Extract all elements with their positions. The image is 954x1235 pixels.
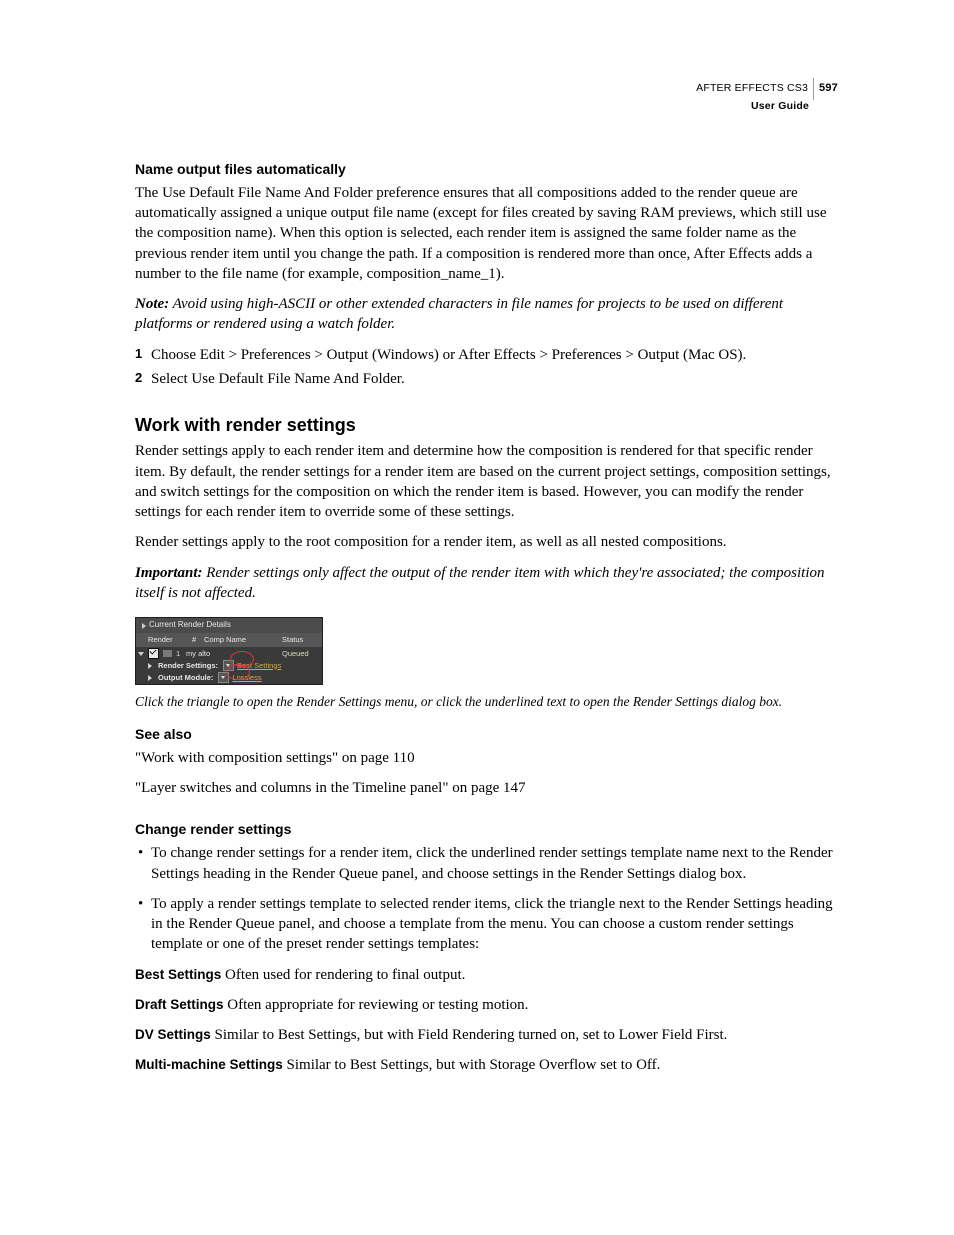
definition-line: Multi-machine Settings Similar to Best S… xyxy=(135,1055,838,1075)
page-number: 597 xyxy=(819,82,838,96)
step-number: 2 xyxy=(135,369,142,387)
twirl-right-icon xyxy=(148,675,152,681)
header-rule xyxy=(813,78,814,100)
para-render-1: Render settings apply to each render ite… xyxy=(135,441,838,522)
step-item: 2 Select Use Default File Name And Folder… xyxy=(135,369,838,389)
product-name: AFTER EFFECTS CS3 xyxy=(696,82,808,95)
note-text: Avoid using high-ASCII or other extended… xyxy=(135,296,783,332)
definition-line: Draft Settings Often appropriate for rev… xyxy=(135,995,838,1015)
col-icon xyxy=(180,635,192,645)
h2-render-settings: Work with render settings xyxy=(135,413,838,437)
running-header: AFTER EFFECTS CS3 597 User Guide xyxy=(696,78,838,113)
para-render-2: Render settings apply to the root compos… xyxy=(135,532,838,552)
col-hash: # xyxy=(192,635,204,645)
term-draft: Draft Settings xyxy=(135,997,224,1012)
template-menu-icon xyxy=(218,672,229,683)
column-headers: Render # Comp Name Status xyxy=(136,633,322,647)
render-queue-panel: Current Render Details Render # Comp Nam… xyxy=(135,617,323,685)
see-also-link: "Work with composition settings" on page… xyxy=(135,748,838,768)
document-page: AFTER EFFECTS CS3 597 User Guide Name ou… xyxy=(0,0,954,1235)
def-text: Often used for rendering to final output… xyxy=(221,967,465,983)
col-render: Render xyxy=(148,635,180,645)
steps-list: 1 Choose Edit > Preferences > Output (Win… xyxy=(135,345,838,390)
triangle-icon xyxy=(142,623,146,629)
label-swatch xyxy=(163,650,172,657)
item-index: 1 xyxy=(176,649,186,659)
subhead-change-render: Change render settings xyxy=(135,820,838,839)
col-comp: Comp Name xyxy=(204,635,282,645)
om-label: Output Module: xyxy=(158,673,213,683)
step-text: Choose Edit > Preferences > Output (Wind… xyxy=(151,347,746,363)
def-text: Similar to Best Settings, but with Field… xyxy=(211,1027,728,1043)
term-multi: Multi-machine Settings xyxy=(135,1057,283,1072)
important-block: Important: Render settings only affect t… xyxy=(135,563,838,604)
comp-name: my alto xyxy=(186,649,282,659)
bullet-list: To change render settings for a render i… xyxy=(135,843,838,954)
def-text: Often appropriate for reviewing or testi… xyxy=(224,997,529,1013)
panel-title: Current Render Details xyxy=(149,620,231,631)
see-also-heading: See also xyxy=(135,725,838,744)
render-checkbox xyxy=(148,648,159,659)
page-content: Name output files automatically The Use … xyxy=(135,80,838,1076)
figure-render-queue: Current Render Details Render # Comp Nam… xyxy=(135,617,838,687)
twirl-right-icon xyxy=(148,663,152,669)
important-text: Render settings only affect the output o… xyxy=(135,565,825,601)
guide-title: User Guide xyxy=(696,100,838,113)
term-best: Best Settings xyxy=(135,967,221,982)
def-text: Similar to Best Settings, but with Stora… xyxy=(283,1057,661,1073)
render-item-row: 1 my alto Queued xyxy=(136,647,322,660)
bullet-item: To change render settings for a render i… xyxy=(135,843,838,884)
see-also-link: "Layer switches and columns in the Timel… xyxy=(135,778,838,798)
important-label: Important: xyxy=(135,565,203,581)
bullet-item: To apply a render settings template to s… xyxy=(135,894,838,955)
term-dv: DV Settings xyxy=(135,1027,211,1042)
item-status: Queued xyxy=(282,649,318,659)
step-number: 1 xyxy=(135,345,142,363)
step-text: Select Use Default File Name And Folder. xyxy=(151,371,405,387)
step-item: 1 Choose Edit > Preferences > Output (Win… xyxy=(135,345,838,365)
panel-header: Current Render Details xyxy=(136,618,322,633)
twirl-down-icon xyxy=(138,652,144,656)
subhead-name-output: Name output files automatically xyxy=(135,160,838,179)
template-menu-icon xyxy=(223,660,234,671)
om-template-link: Lossless xyxy=(232,673,261,683)
output-module-row: Output Module: Lossless xyxy=(136,672,322,684)
figure-caption: Click the triangle to open the Render Se… xyxy=(135,693,838,711)
render-settings-row: Render Settings: Best Settings xyxy=(136,660,322,672)
para-name-output: The Use Default File Name And Folder pre… xyxy=(135,183,838,284)
definition-line: DV Settings Similar to Best Settings, bu… xyxy=(135,1025,838,1045)
definition-line: Best Settings Often used for rendering t… xyxy=(135,965,838,985)
note-block: Note: Avoid using high-ASCII or other ex… xyxy=(135,294,838,335)
rs-template-link: Best Settings xyxy=(237,661,281,671)
col-status: Status xyxy=(282,635,318,645)
note-label: Note: xyxy=(135,296,169,312)
rs-label: Render Settings: xyxy=(158,661,218,671)
